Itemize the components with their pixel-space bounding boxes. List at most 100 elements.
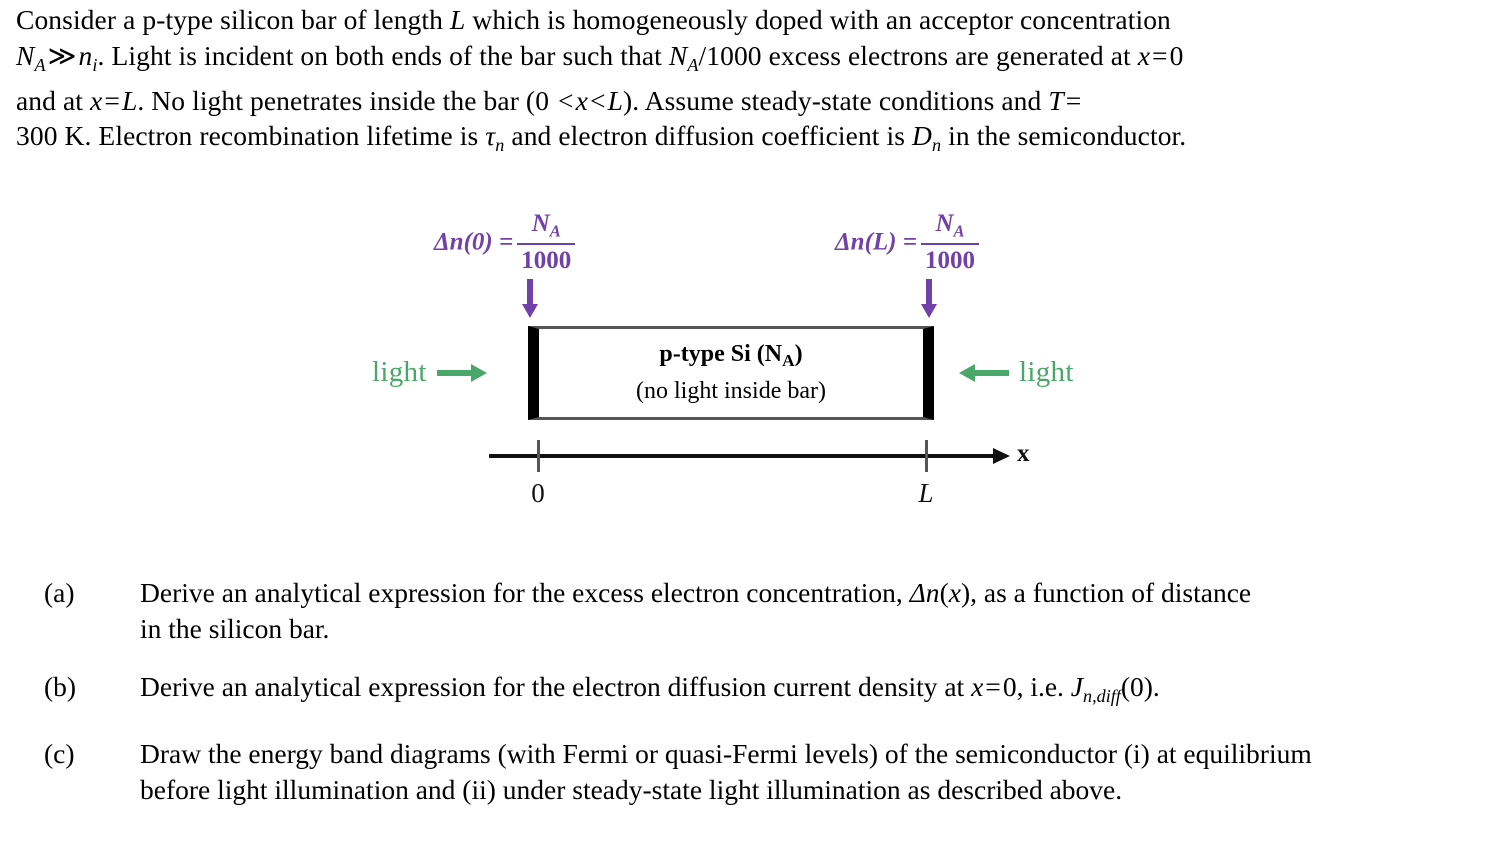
symbol-T: T: [1048, 84, 1064, 116]
question-a-line-1: Derive an analytical expression for the …: [140, 577, 1252, 608]
symbol-N: N: [668, 39, 688, 71]
right-arrow-icon: [436, 363, 491, 382]
intro-line-2: NA≫ni. Light is incident on both ends of…: [16, 38, 1496, 83]
symbol-L: L: [449, 4, 466, 35]
symbol-x: x: [575, 84, 588, 116]
tick-label-0: 0: [531, 478, 545, 508]
question-item-b: (b) Derive an analytical expression for …: [0, 669, 1511, 714]
fraction-text: /1000: [698, 39, 762, 71]
fraction-denominator: 1000: [925, 247, 975, 275]
symbol-N-subscript: A: [687, 54, 699, 75]
down-arrow-icon-left: [519, 279, 541, 319]
less-than-sign: <: [589, 84, 606, 116]
equals-sign: =: [985, 671, 1001, 702]
question-body-c: Draw the energy band diagrams (with Ferm…: [140, 736, 1511, 808]
intro-text: which is homogeneously doped with an acc…: [465, 4, 1171, 35]
symbol-L: L: [607, 84, 623, 116]
symbol-L: L: [121, 84, 138, 116]
symbol-tau: τ: [485, 120, 496, 152]
left-arrow-icon: [955, 363, 1009, 382]
question-marker-c: (c): [44, 737, 75, 769]
symbol-D: D: [912, 120, 933, 152]
equals-sign: =: [1065, 84, 1082, 116]
silicon-bar: p-type Si (NA) (no light inside bar): [528, 326, 934, 420]
question-a-line-2: in the silicon bar.: [140, 613, 330, 644]
arrow-head: [522, 304, 538, 318]
equals-sign: =: [104, 84, 120, 116]
silicon-bar-diagram: Δn(0) = NA 1000 Δn(L) = NA 1000 p-type S…: [0, 175, 1511, 525]
question-marker-b: (b): [44, 671, 77, 702]
symbol-x: x: [90, 84, 103, 116]
intro-line-3: and at x=L. No light penetrates inside t…: [16, 83, 1496, 119]
question-body-a: Derive an analytical expression for the …: [140, 575, 1511, 647]
tick-mark-origin: [537, 440, 540, 472]
arrow-shaft: [527, 279, 533, 306]
arrow-shaft: [971, 369, 1009, 376]
problem-page: Consider a p-type silicon bar of length …: [0, 0, 1511, 853]
bar-label-line-2: (no light inside bar): [636, 377, 826, 404]
symbol-x: x: [971, 671, 984, 702]
question-b-line-1: Derive an analytical expression for the …: [140, 671, 1160, 706]
question-item-a: (a) Derive an analytical expression for …: [0, 575, 1511, 647]
less-than-sign: <: [558, 84, 574, 116]
arrow-head: [470, 363, 487, 382]
symbol-J-subscript: n,diff: [1083, 685, 1121, 706]
x-axis-label: x: [1017, 440, 1030, 467]
x-axis-line: [489, 454, 999, 458]
arrow-shaft: [436, 369, 475, 376]
tick-mark-L: [925, 440, 928, 472]
question-marker-a: (a): [44, 577, 75, 608]
symbol-N: N: [16, 39, 35, 71]
symbol-delta-n: Δn: [909, 577, 940, 608]
fraction-NA-over-1000: NA 1000: [921, 210, 979, 275]
down-arrow-icon-right: [918, 279, 940, 319]
intro-text: . Light is incident on both ends of the …: [97, 39, 669, 71]
fraction-denominator: 1000: [521, 247, 572, 275]
boundary-condition-left: Δn(0) = NA 1000: [434, 210, 576, 276]
question-c-line-1: Draw the energy band diagrams (with Ferm…: [140, 737, 1312, 769]
symbol-J: J: [1070, 671, 1084, 702]
fraction-numerator: NA: [531, 210, 561, 241]
light-source-right: light: [955, 358, 1074, 387]
question-item-c: (c) Draw the energy band diagrams (with …: [0, 736, 1511, 808]
symbol-n: n: [78, 39, 93, 71]
x-axis-arrowhead: [993, 448, 1010, 464]
symbol-D-subscript: n: [932, 135, 942, 156]
tick-label-L: L: [918, 478, 934, 508]
delta-n-zero-label: Δn(0) =: [434, 228, 514, 256]
fraction-NA-over-1000: NA 1000: [517, 210, 576, 275]
silicon-bar-label: p-type Si (NA) (no light inside bar): [636, 339, 826, 407]
arrow-head: [959, 363, 975, 382]
intro-text: excess electrons are generated at: [761, 39, 1138, 71]
intro-text: in the semiconductor.: [941, 120, 1187, 152]
arrow-head: [921, 304, 937, 318]
much-greater-sign: ≫: [47, 39, 77, 71]
intro-text: and at: [16, 84, 91, 116]
equals-sign: =: [1152, 39, 1168, 71]
question-body-b: Derive an analytical expression for the …: [140, 669, 1511, 714]
light-label-right: light: [1019, 356, 1074, 388]
intro-text: and electron diffusion coefficient is: [504, 120, 913, 152]
light-label-left: light: [372, 356, 427, 388]
boundary-condition-right: Δn(L) = NA 1000: [835, 210, 979, 276]
intro-text: Consider a p-type silicon bar of length: [16, 4, 450, 35]
delta-n-L-label: Δn(L) =: [835, 228, 917, 256]
question-c-line-2: before light illumination and (ii) under…: [140, 773, 1123, 805]
fraction-bar: [921, 242, 979, 246]
symbol-x: x: [948, 577, 961, 608]
fraction-numerator: NA: [935, 210, 965, 241]
intro-line-4: 300 K. Electron recombination lifetime i…: [16, 118, 1496, 163]
bar-label-line-1: p-type Si (NA): [659, 341, 803, 370]
light-source-left: light: [372, 358, 491, 387]
question-list: (a) Derive an analytical expression for …: [0, 575, 1511, 830]
intro-line-1: Consider a p-type silicon bar of length …: [16, 2, 1496, 38]
value-zero: 0: [1169, 39, 1184, 71]
problem-statement: Consider a p-type silicon bar of length …: [16, 2, 1496, 164]
symbol-N-subscript: A: [34, 54, 46, 75]
intro-text: 300 K. Electron recombination lifetime i…: [16, 120, 486, 152]
intro-text: ). Assume steady-state conditions and: [622, 84, 1049, 116]
fraction-bar: [517, 242, 576, 246]
symbol-x: x: [1137, 39, 1151, 71]
intro-text: . No light penetrates inside the bar (0: [137, 84, 557, 116]
arrow-shaft: [926, 279, 932, 306]
